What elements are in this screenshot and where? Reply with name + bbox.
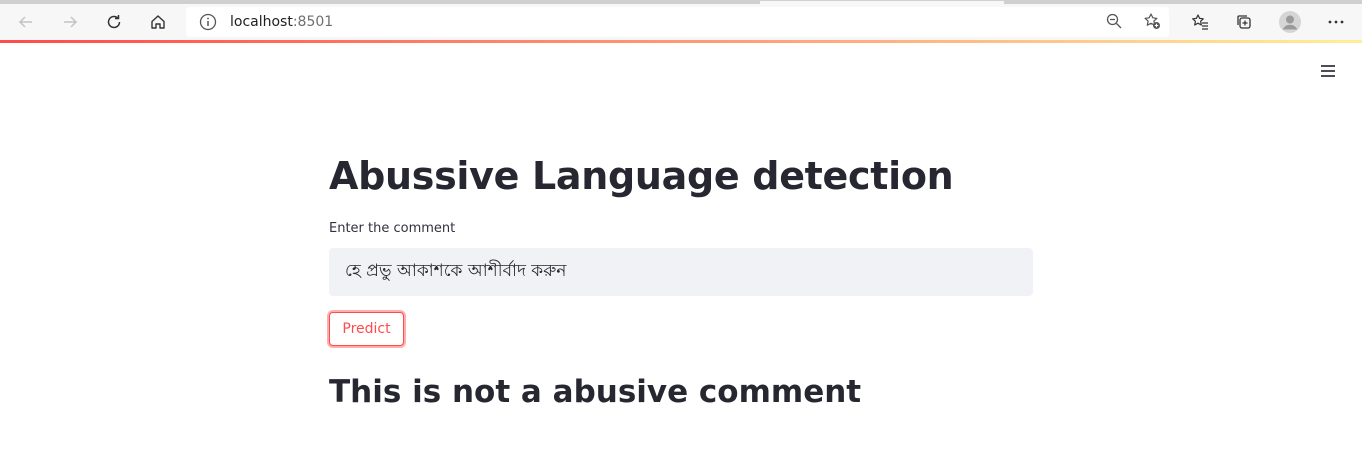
favorites-button[interactable] bbox=[1187, 9, 1213, 35]
arrow-left-icon bbox=[18, 16, 32, 28]
profile-button[interactable] bbox=[1277, 9, 1303, 35]
settings-more-button[interactable] bbox=[1323, 9, 1349, 35]
forward-button[interactable] bbox=[57, 9, 83, 35]
url-host: localhost bbox=[230, 14, 293, 30]
home-icon bbox=[151, 15, 165, 29]
refresh-button[interactable] bbox=[101, 9, 127, 35]
browser-toolbar: localhost:8501 bbox=[0, 0, 1362, 41]
add-favorite-button[interactable] bbox=[1143, 12, 1163, 32]
collections-icon bbox=[1237, 15, 1251, 29]
refresh-icon bbox=[107, 15, 121, 29]
more-icon bbox=[1328, 20, 1344, 24]
predict-button[interactable]: Predict bbox=[329, 312, 404, 346]
collections-button[interactable] bbox=[1231, 9, 1257, 35]
avatar-icon bbox=[1279, 11, 1301, 33]
star-add-icon bbox=[1144, 13, 1160, 29]
comment-input-label: Enter the comment bbox=[329, 221, 456, 236]
url-text[interactable]: localhost:8501 bbox=[230, 14, 333, 30]
tab-strip bbox=[0, 1, 760, 4]
info-icon[interactable] bbox=[199, 13, 217, 31]
tab-strip-right bbox=[1004, 1, 1362, 4]
favorites-icon bbox=[1192, 14, 1208, 30]
zoom-out-icon bbox=[1106, 13, 1122, 29]
hamburger-icon bbox=[1321, 65, 1335, 77]
url-port: :8501 bbox=[292, 14, 334, 30]
zoom-button[interactable] bbox=[1105, 12, 1125, 32]
prediction-result: This is not a abusive comment bbox=[329, 374, 862, 410]
app-decoration-bar bbox=[0, 40, 1362, 43]
back-button[interactable] bbox=[13, 9, 39, 35]
comment-input[interactable] bbox=[329, 248, 1033, 296]
home-button[interactable] bbox=[145, 9, 171, 35]
main-menu-button[interactable] bbox=[1318, 62, 1338, 80]
address-bar[interactable]: localhost:8501 bbox=[186, 7, 1169, 37]
arrow-right-icon bbox=[64, 16, 78, 28]
page-title: Abussive Language detection bbox=[329, 154, 954, 198]
